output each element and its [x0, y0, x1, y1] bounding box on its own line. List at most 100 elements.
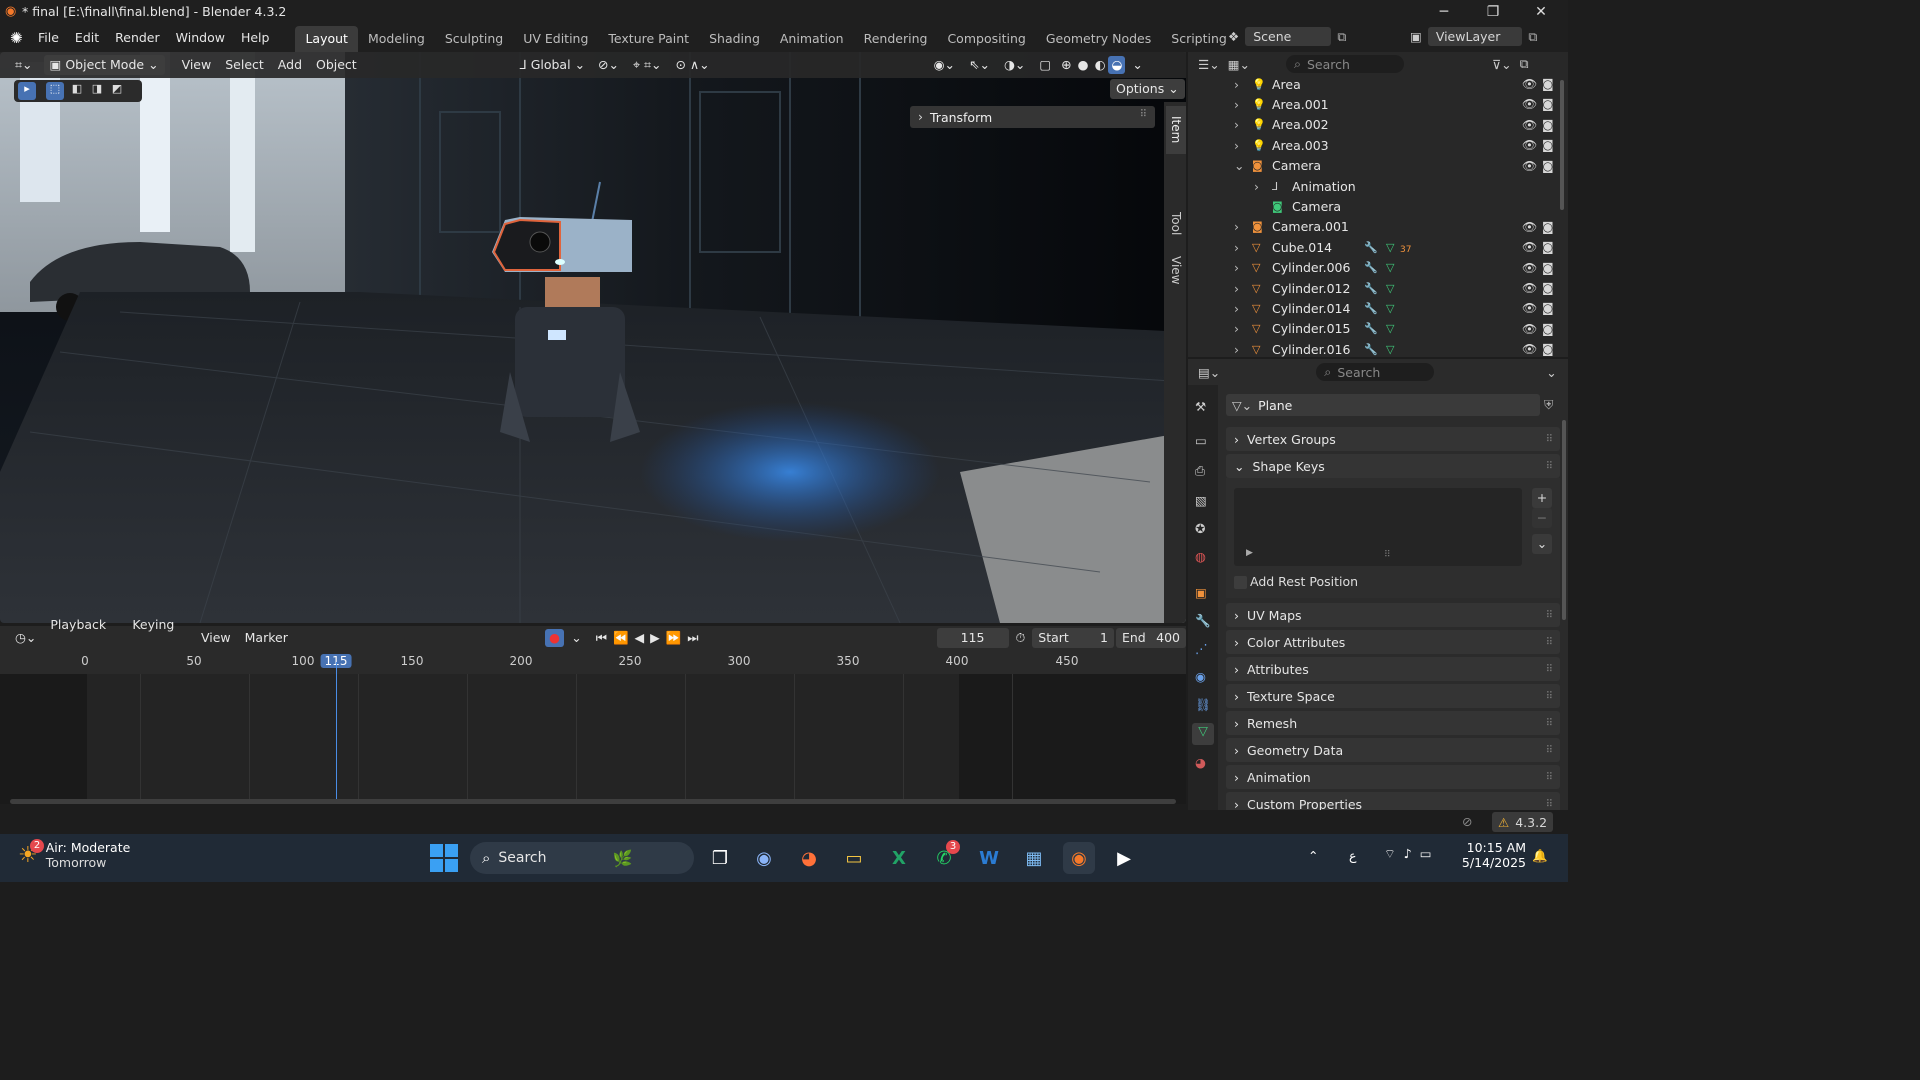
- tab-view[interactable]: View: [1166, 248, 1186, 292]
- drag-grip-icon[interactable]: ⠿: [1546, 637, 1553, 648]
- blender-taskbar-icon[interactable]: ◉: [1063, 842, 1095, 874]
- chevron-right-icon[interactable]: ›: [1234, 97, 1239, 112]
- rendered-shading-icon[interactable]: ◒: [1108, 56, 1126, 74]
- drag-grip-icon[interactable]: ⠿: [1546, 610, 1553, 621]
- notifications-icon[interactable]: 🔔: [1532, 848, 1548, 864]
- visibility-eye-icon[interactable]: 👁: [1522, 281, 1537, 295]
- outliner-row[interactable]: › 💡 Area.003 👁 ◙: [1188, 135, 1568, 155]
- tab-scripting[interactable]: Scripting: [1161, 26, 1237, 52]
- material-tab-icon[interactable]: ◕: [1195, 755, 1206, 770]
- visibility-eye-icon[interactable]: 👁: [1522, 301, 1537, 315]
- menu-edit[interactable]: Edit: [67, 24, 107, 52]
- visibility-eye-icon[interactable]: 👁: [1522, 159, 1537, 173]
- menu-window[interactable]: Window: [168, 24, 233, 52]
- mesh-data-icon[interactable]: ▽: [1386, 282, 1394, 295]
- render-visibility-icon[interactable]: ◙: [1542, 240, 1554, 254]
- render-visibility-icon[interactable]: ◙: [1542, 301, 1554, 315]
- outliner-search-input[interactable]: ⌕ Search: [1285, 55, 1404, 73]
- panel-geometry-data[interactable]: › Geometry Data ⠿: [1226, 738, 1560, 762]
- drag-grip-icon[interactable]: ⠿: [1546, 461, 1553, 472]
- snap-icon[interactable]: ⌖ ⌗⌄: [626, 52, 669, 78]
- visibility-eye-icon[interactable]: 👁: [1522, 97, 1537, 111]
- chevron-right-icon[interactable]: ›: [1234, 342, 1239, 357]
- outliner-row[interactable]: › 💡 Area.001 👁 ◙: [1188, 94, 1568, 114]
- tab-item[interactable]: Item: [1166, 106, 1186, 154]
- panel-texture-space[interactable]: › Texture Space ⠿: [1226, 684, 1560, 708]
- outliner-row[interactable]: › ⅃ Animation: [1188, 176, 1568, 196]
- menu-render[interactable]: Render: [107, 24, 168, 52]
- output-tab-icon[interactable]: ⎙: [1195, 463, 1205, 479]
- constraints-tab-icon[interactable]: ⛓: [1195, 697, 1211, 713]
- preview-range-icon[interactable]: ⏱: [1009, 625, 1033, 651]
- excel-icon[interactable]: X: [883, 842, 915, 874]
- viewport-menu-object[interactable]: Object: [309, 52, 364, 78]
- tab-modeling[interactable]: Modeling: [358, 26, 435, 52]
- visibility-eye-icon[interactable]: 👁: [1522, 240, 1537, 254]
- drag-grip-icon[interactable]: ⠿: [1546, 799, 1553, 810]
- viewport-menu-add[interactable]: Add: [271, 52, 309, 78]
- record-icon[interactable]: ●: [544, 629, 565, 647]
- pivot-point-icon[interactable]: ⊘⌄: [591, 52, 626, 78]
- word-icon[interactable]: W: [973, 842, 1005, 874]
- tab-compositing[interactable]: Compositing: [937, 26, 1035, 52]
- proportional-edit-icon[interactable]: ⊙ ∧⌄: [669, 52, 717, 78]
- tab-uv-editing[interactable]: UV Editing: [513, 26, 598, 52]
- render-visibility-icon[interactable]: ◙: [1542, 159, 1554, 173]
- chevron-right-icon[interactable]: ›: [1234, 77, 1239, 92]
- outliner-editor-icon[interactable]: ☰⌄: [1198, 57, 1220, 72]
- chevron-right-icon[interactable]: ›: [1234, 281, 1239, 296]
- physics-tab-icon[interactable]: ◉: [1195, 669, 1206, 684]
- properties-editor-icon[interactable]: ▤⌄: [1198, 365, 1220, 380]
- options-dropdown[interactable]: Options ⌄: [1110, 79, 1185, 99]
- visibility-eye-icon[interactable]: 👁: [1522, 342, 1537, 356]
- mesh-data-icon[interactable]: ▽: [1386, 261, 1394, 274]
- timeline-menu-view[interactable]: View: [194, 625, 238, 651]
- render-visibility-icon[interactable]: ◙: [1542, 220, 1554, 234]
- drag-grip-icon[interactable]: ⠿: [1140, 109, 1147, 120]
- viewlayer-name[interactable]: ViewLayer: [1427, 27, 1523, 46]
- fake-user-icon[interactable]: ⛨: [1544, 397, 1553, 413]
- render-visibility-icon[interactable]: ◙: [1542, 342, 1554, 356]
- render-tab-icon[interactable]: ▭: [1195, 433, 1207, 448]
- drag-grip-icon[interactable]: ⠿: [1546, 772, 1553, 783]
- weather-widget[interactable]: ☀ 2 Air: Moderate Tomorrow: [18, 838, 130, 870]
- solid-shading-icon[interactable]: ●: [1075, 52, 1092, 78]
- outliner-row[interactable]: › ▽ Cylinder.014 🔧 ▽ 👁 ◙: [1188, 298, 1568, 318]
- taskbar-search[interactable]: ⌕ Search 🌿: [470, 842, 694, 874]
- editor-type-icon[interactable]: ⌗⌄: [8, 52, 40, 78]
- render-visibility-icon[interactable]: ◙: [1542, 322, 1554, 336]
- drag-grip-icon[interactable]: ⠿: [1546, 434, 1553, 445]
- display-mode-icon[interactable]: ▦⌄: [1228, 57, 1250, 72]
- outliner-row[interactable]: › ▽ Cylinder.006 🔧 ▽ 👁 ◙: [1188, 258, 1568, 278]
- 3d-viewport[interactable]: ▸ ⬚ ◧ ◨ ◩ Options ⌄ › Transform ⠿ Item To…: [0, 52, 1186, 623]
- orientation-dropdown[interactable]: ⅃ Global ⌄: [514, 55, 591, 75]
- tab-layout[interactable]: Layout: [295, 26, 358, 52]
- tool-tab-icon[interactable]: ⚒: [1195, 399, 1206, 414]
- wireframe-shading-icon[interactable]: ⊕: [1058, 52, 1074, 78]
- particles-tab-icon[interactable]: ⋰: [1195, 641, 1208, 656]
- system-tray-icons[interactable]: ⌔♪▭: [1384, 846, 1440, 862]
- chevron-right-icon[interactable]: ›: [1234, 117, 1239, 132]
- outliner-row[interactable]: › ▽ Cylinder.015 🔧 ▽ 👁 ◙: [1188, 319, 1568, 339]
- modifier-icon[interactable]: 🔧: [1364, 241, 1378, 254]
- material-shading-icon[interactable]: ◐: [1092, 52, 1109, 78]
- remove-shape-key-button[interactable]: −: [1532, 508, 1552, 528]
- render-visibility-icon[interactable]: ◙: [1542, 281, 1554, 295]
- record-options-icon[interactable]: ⌄: [564, 625, 588, 651]
- panel-color-attributes[interactable]: › Color Attributes ⠿: [1226, 630, 1560, 654]
- drag-grip-icon[interactable]: ⠿: [1546, 718, 1553, 729]
- shading-options-icon[interactable]: ⌄: [1125, 52, 1149, 78]
- new-viewlayer-icon[interactable]: ⧉: [1528, 29, 1537, 45]
- tab-sculpting[interactable]: Sculpting: [435, 26, 513, 52]
- current-frame-field[interactable]: 115: [936, 628, 1009, 648]
- blender-menu-icon[interactable]: ✺: [10, 29, 30, 47]
- data-name-field[interactable]: ▽⌄ Plane: [1226, 394, 1540, 416]
- shape-keys-list[interactable]: ▶ ⠿: [1234, 488, 1522, 566]
- mesh-data-icon[interactable]: ▽: [1386, 343, 1394, 356]
- timeline-menu-marker[interactable]: Marker: [238, 625, 295, 651]
- visibility-eye-icon[interactable]: 👁: [1522, 118, 1537, 132]
- object-tab-icon[interactable]: ▣: [1195, 585, 1207, 600]
- select-extend-icon[interactable]: ◧: [68, 82, 86, 100]
- start-frame-field[interactable]: Start 1: [1032, 628, 1114, 648]
- filter-icon[interactable]: ⊽⌄: [1492, 57, 1512, 72]
